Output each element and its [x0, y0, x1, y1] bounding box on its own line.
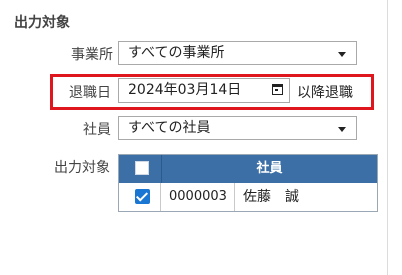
retirement-date-label: 退職日 — [69, 85, 111, 101]
employee-code: 0000003 — [161, 183, 235, 211]
column-header-employee: 社員 — [256, 161, 283, 176]
calendar-icon[interactable] — [272, 84, 283, 95]
office-label: 事業所 — [71, 47, 113, 63]
employee-table: 社員 0000003 佐藤 誠 — [118, 154, 378, 212]
retirement-date-input[interactable]: 2024年03月14日 — [118, 78, 290, 103]
row-checkbox-cell — [119, 183, 161, 211]
employee-label: 社員 — [83, 122, 111, 138]
row-checkbox[interactable] — [135, 189, 150, 204]
office-select-value: すべての事業所 — [128, 45, 225, 61]
table-header: 社員 — [119, 155, 377, 183]
output-target-label: 出力対象 — [54, 160, 110, 176]
office-select[interactable]: すべての事業所 — [118, 41, 357, 65]
employee-select-value: すべての社員 — [128, 120, 211, 136]
chevron-down-icon — [338, 52, 346, 57]
employee-select[interactable]: すべての社員 — [118, 116, 357, 140]
chevron-down-icon — [338, 127, 346, 132]
retirement-date-value: 2024年03月14日 — [128, 82, 242, 98]
retirement-suffix: 以降退職 — [297, 85, 353, 101]
employee-name: 佐藤 誠 — [243, 189, 299, 205]
select-all-checkbox[interactable] — [135, 161, 149, 175]
table-row[interactable]: 0000003 佐藤 誠 — [119, 183, 377, 211]
panel-divider — [387, 0, 388, 275]
section-title: 出力対象 — [14, 15, 70, 31]
